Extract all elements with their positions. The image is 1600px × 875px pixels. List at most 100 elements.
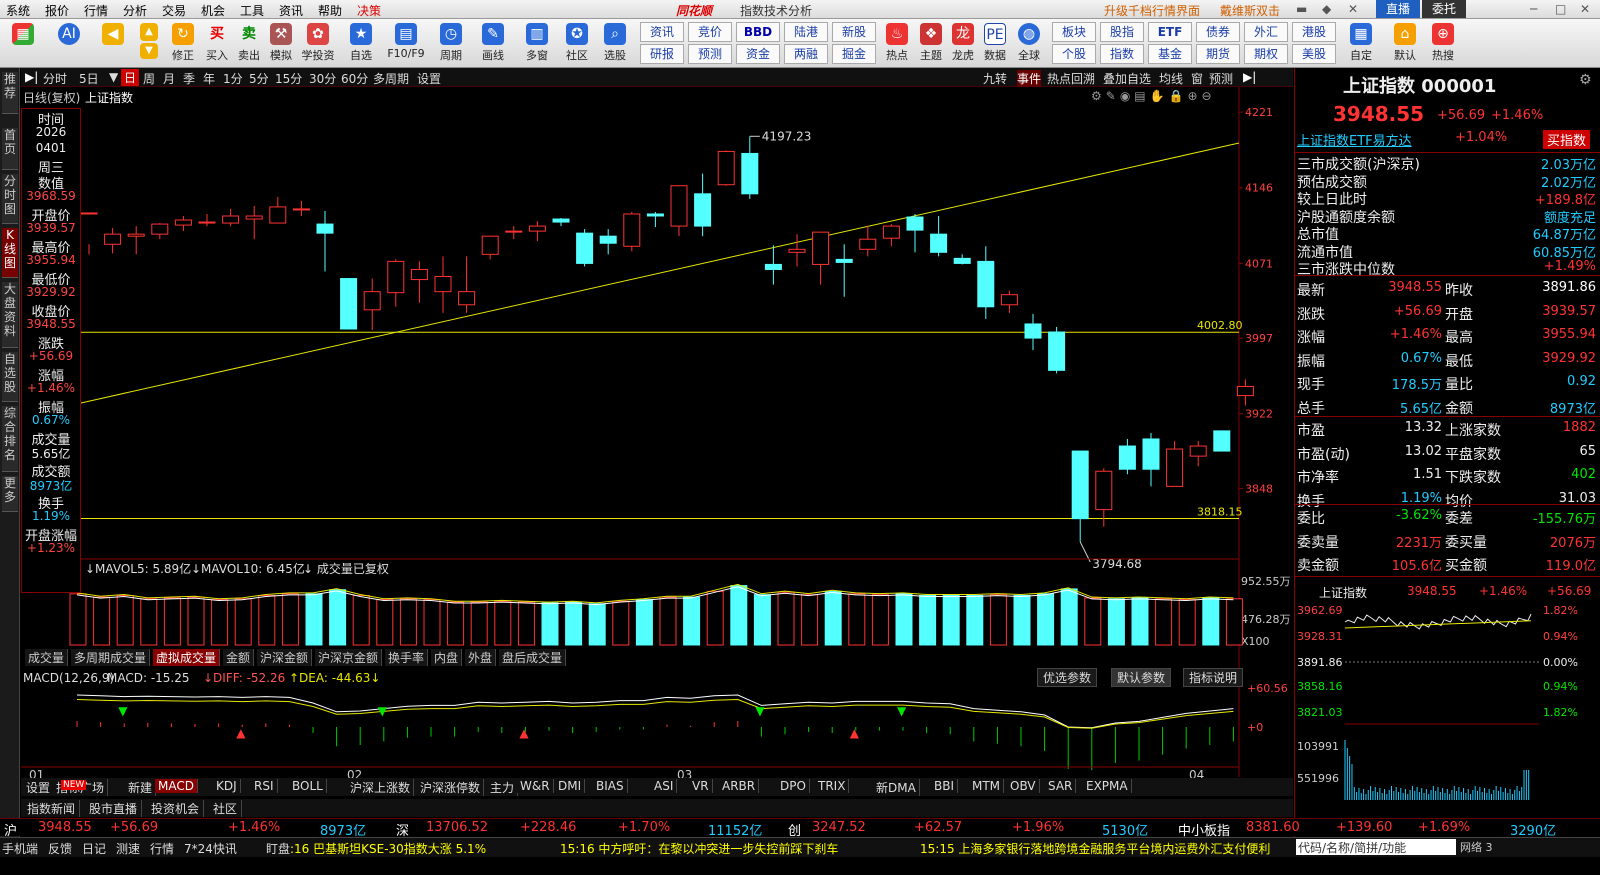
btn-sector[interactable]: 板块 xyxy=(1052,22,1096,42)
indicator-tab-19[interactable]: BBI xyxy=(931,779,959,793)
mini-intraday-chart[interactable]: 3962.69 3928.31 3891.86 3858.16 3821.03 10399… xyxy=(1295,600,1600,840)
indicator-tab-20[interactable]: MTM xyxy=(969,779,1005,793)
win-close-icon[interactable]: ✕ xyxy=(1580,2,1590,16)
screener-button[interactable]: ⌕ 选股 xyxy=(598,21,632,65)
macd-help-button[interactable]: 指标说明 xyxy=(1183,668,1244,687)
forecast-button[interactable]: 预测 xyxy=(1209,70,1233,87)
kline-chart-area[interactable]: 4221 4146 4071 3997 3922 3848 4002.80 3818.15 41… xyxy=(21,87,1293,840)
code-search-input[interactable]: 代码/名称/简拼/功能 xyxy=(1296,839,1456,855)
upgrade-link[interactable]: 升级千档行情界面 xyxy=(1104,2,1200,19)
menu-news[interactable]: 资讯 xyxy=(279,2,303,19)
vol-tab-0[interactable]: 成交量 xyxy=(25,649,69,666)
hot-review-button[interactable]: 热点回溯 xyxy=(1047,70,1095,87)
close-icon[interactable]: ✕ xyxy=(1348,2,1358,16)
news-ticker-3[interactable]: 15:15 上海多家银行落地跨境金融服务平台境内运费外汇支付便利 xyxy=(920,840,1270,857)
indicator-tab-11[interactable]: DMI xyxy=(555,779,586,793)
indicator-tab-5[interactable]: RSI xyxy=(251,779,278,793)
sidebar-item-more[interactable]: 更多 xyxy=(2,476,18,512)
hotsearch-button[interactable]: ⊕ 热搜 xyxy=(1426,21,1460,65)
period-30min[interactable]: 30分 xyxy=(309,70,336,87)
sidebar-item-watchlist[interactable]: 自选股 xyxy=(2,352,18,402)
status-btn-1[interactable]: 反馈 xyxy=(48,840,72,857)
indicator-tab-13[interactable]: ASI xyxy=(651,779,678,793)
indicator-tab-4[interactable]: KDJ xyxy=(213,779,241,793)
period-1min[interactable]: 1分 xyxy=(223,70,243,87)
sidebar-item-market-info[interactable]: 大盘资料 xyxy=(2,282,18,348)
period-60min[interactable]: 60分 xyxy=(341,70,368,87)
live-button[interactable]: 直播 xyxy=(1376,0,1420,18)
btn-index[interactable]: 指数 xyxy=(1100,44,1144,64)
vol-tab-2[interactable]: 虚拟成交量 xyxy=(153,649,221,666)
indicator-tab-6[interactable]: BOLL xyxy=(289,779,327,793)
bottom-tab-0[interactable]: 指数新闻 xyxy=(23,800,81,817)
btn-us[interactable]: 美股 xyxy=(1292,44,1336,64)
ai-button[interactable]: AI xyxy=(52,21,86,65)
menu-decision[interactable]: 决策 xyxy=(357,2,381,19)
btn-etf[interactable]: ETF xyxy=(1148,22,1192,42)
dragon-button[interactable]: 龙龙虎 xyxy=(946,21,980,65)
btn-margin[interactable]: 两融 xyxy=(784,44,828,64)
event-button[interactable]: 事件 xyxy=(1017,70,1042,87)
sidebar-item-recommend[interactable]: 推荐 xyxy=(2,72,18,114)
status-btn-5[interactable]: 7*24快讯 xyxy=(184,840,237,857)
f10-button[interactable]: ▤ F10/F9 xyxy=(384,21,428,65)
ma-button[interactable]: 均线 xyxy=(1159,70,1183,87)
vol-tab-6[interactable]: 换手率 xyxy=(385,649,429,666)
indicator-tab-16[interactable]: DPO xyxy=(777,779,810,793)
custom-button[interactable]: ▦ 自定 xyxy=(1344,21,1378,65)
status-btn-6[interactable]: 盯盘 xyxy=(266,840,290,857)
indicator-tab-2[interactable]: 新建 xyxy=(125,779,157,796)
indicator-tab-15[interactable]: ARBR xyxy=(719,779,760,793)
sidebar-item-timeshare[interactable]: 分时图 xyxy=(2,174,18,224)
menu-quote[interactable]: 报价 xyxy=(45,2,69,19)
chart-tool-icons[interactable]: ⚙✎◉▤✋🔒⊕⊖ xyxy=(1091,89,1216,103)
vol-tab-8[interactable]: 外盘 xyxy=(465,649,497,666)
theme-button[interactable]: ❖ 主题 xyxy=(914,21,948,65)
btn-futures[interactable]: 期货 xyxy=(1196,44,1240,64)
macd-optimize-button[interactable]: 优选参数 xyxy=(1037,668,1098,687)
btn-bbd[interactable]: BBD xyxy=(736,22,780,42)
status-btn-0[interactable]: 手机端 xyxy=(2,840,38,857)
menu-market[interactable]: 行情 xyxy=(84,2,108,19)
trust-button[interactable]: 委托 xyxy=(1422,0,1466,18)
etf-link[interactable]: 上证指数ETF易方达 xyxy=(1297,130,1412,149)
simulate-button[interactable]: ⚒ 模拟 xyxy=(264,21,298,65)
indicator-tab-9[interactable]: 主力 xyxy=(487,779,519,796)
restore-icon[interactable]: ◆ xyxy=(1322,2,1331,16)
btn-news[interactable]: 资讯 xyxy=(640,22,684,42)
indicator-tab-7[interactable]: 沪深上涨数 xyxy=(347,779,415,796)
period-5min[interactable]: 5分 xyxy=(249,70,269,87)
btn-index-fut[interactable]: 股指 xyxy=(1100,22,1144,42)
btn-capital[interactable]: 资金 xyxy=(736,44,780,64)
menu-trade[interactable]: 交易 xyxy=(162,2,186,19)
fix-button[interactable]: ↻ 修正 xyxy=(166,21,200,65)
period-multi[interactable]: 多周期 xyxy=(373,70,409,87)
indicator-tab-12[interactable]: BIAS xyxy=(593,779,628,793)
indicator-tab-14[interactable]: VR xyxy=(689,779,713,793)
menu-tools[interactable]: 工具 xyxy=(240,2,264,19)
indicator-tab-8[interactable]: 沪深涨停数 xyxy=(417,779,485,796)
indicator-tab-22[interactable]: SAR xyxy=(1045,779,1077,793)
buy-button[interactable]: 买买入 xyxy=(200,21,234,65)
vol-tab-1[interactable]: 多周期成交量 xyxy=(71,649,151,666)
period-week[interactable]: 周 xyxy=(143,70,155,87)
indicator-tab-3[interactable]: MACD xyxy=(155,779,198,793)
indicator-tab-18[interactable]: 新DMA xyxy=(873,779,920,796)
vol-tab-7[interactable]: 内盘 xyxy=(431,649,463,666)
default-button[interactable]: ⌂ 默认 xyxy=(1388,21,1422,65)
menu-system[interactable]: 系统 xyxy=(6,2,30,19)
news-ticker-2[interactable]: 15:16 中方呼吁：在黎以冲突进一步失控前踩下刹车 xyxy=(560,840,838,857)
minimize-icon[interactable]: ▬ xyxy=(1296,2,1307,16)
hot-button[interactable]: ♨ 热点 xyxy=(880,21,914,65)
menu-analysis[interactable]: 分析 xyxy=(123,2,147,19)
indicator-tab-23[interactable]: EXPMA xyxy=(1083,779,1132,793)
btn-ipo[interactable]: 新股 xyxy=(832,22,876,42)
btn-stock[interactable]: 个股 xyxy=(1052,44,1096,64)
sidebar-item-home[interactable]: 首页 xyxy=(2,128,18,170)
period-day[interactable]: 日 xyxy=(121,69,140,86)
data-button[interactable]: PE 数据 xyxy=(978,21,1012,65)
btn-fund[interactable]: 基金 xyxy=(1148,44,1192,64)
overlay-button[interactable]: 叠加自选 xyxy=(1103,70,1151,87)
back-button[interactable]: ◀ xyxy=(96,21,130,65)
draw-button[interactable]: ✎ 画线 xyxy=(476,21,510,65)
